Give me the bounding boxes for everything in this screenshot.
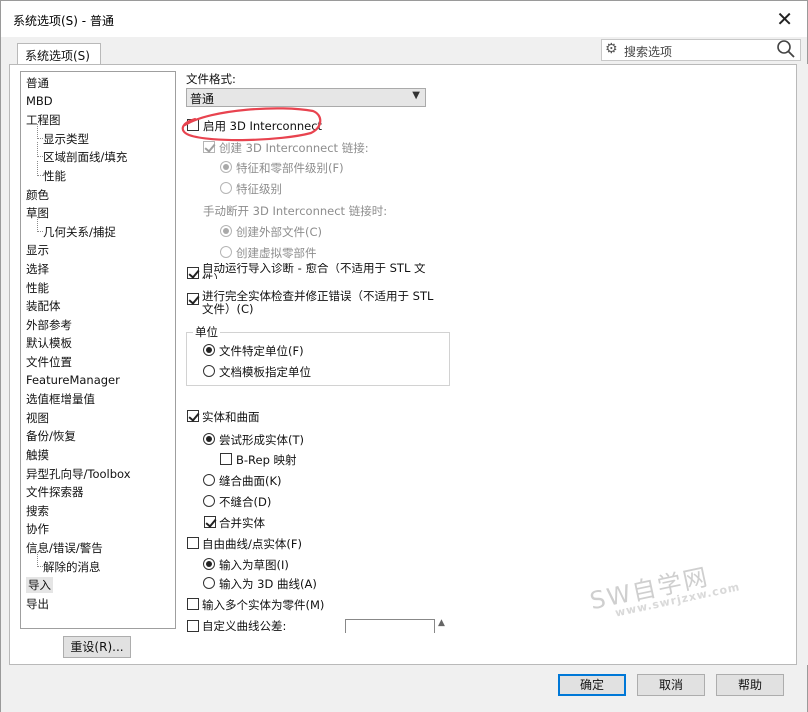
auto-diagnostics-label-line1: 自动运行导入诊断 - 愈合（不适用于 STL 文 bbox=[202, 263, 426, 275]
tree-item[interactable]: 文件探索器 bbox=[26, 484, 84, 500]
custom-curve-tolerance-label: 自定义曲线公差: bbox=[202, 619, 287, 631]
feature-level-radio[interactable] bbox=[220, 182, 232, 194]
free-curves-label: 自由曲线/点实体(F) bbox=[202, 537, 302, 551]
tree-item[interactable]: 解除的消息 bbox=[37, 551, 101, 575]
system-options-dialog: 系统选项(S) - 普通 ✕ 系统选项(S) ⚙ 搜索选项 普通 MBD 工程图 显示… bbox=[0, 0, 808, 712]
tree-item[interactable]: 外部参考 bbox=[26, 317, 72, 333]
tree-item[interactable]: 性能 bbox=[37, 161, 66, 184]
tree-item[interactable]: 颜色 bbox=[26, 187, 49, 203]
file-format-label: 文件格式: bbox=[186, 72, 236, 86]
merge-solids-label: 合并实体 bbox=[219, 516, 265, 530]
free-curves-checkbox[interactable] bbox=[187, 537, 199, 549]
tree-item[interactable]: 显示类型 bbox=[37, 123, 89, 147]
tab-system-options[interactable]: 系统选项(S) bbox=[17, 43, 101, 65]
search-box[interactable]: ⚙ 搜索选项 bbox=[601, 39, 801, 61]
tolerance-spinner[interactable]: ▲ bbox=[434, 618, 450, 633]
file-specified-units-radio[interactable] bbox=[203, 344, 215, 356]
template-units-label: 文档模板指定单位 bbox=[219, 365, 311, 379]
feature-level-label: 特征级别 bbox=[236, 182, 282, 196]
tree-item[interactable]: 视图 bbox=[26, 410, 49, 426]
merge-solids-checkbox[interactable] bbox=[204, 516, 216, 528]
title-bar: 系统选项(S) - 普通 ✕ bbox=[1, 1, 807, 37]
tree-item[interactable]: 搜索 bbox=[26, 503, 49, 519]
tree-item[interactable]: 工程图 bbox=[26, 112, 61, 128]
tree-item[interactable]: 区域剖面线/填充 bbox=[36, 142, 127, 165]
full-check-checkbox[interactable] bbox=[187, 293, 199, 305]
tree-item[interactable]: MBD bbox=[26, 94, 53, 108]
solids-and-surfaces-label: 实体和曲面 bbox=[202, 410, 260, 424]
create-external-file-radio[interactable] bbox=[220, 225, 232, 237]
tree-item[interactable]: FeatureManager bbox=[26, 373, 120, 387]
help-button[interactable]: 帮助 bbox=[716, 674, 784, 696]
feature-and-part-level-radio[interactable] bbox=[220, 161, 232, 173]
panel-right-edge bbox=[797, 64, 808, 665]
auto-diagnostics-checkbox[interactable] bbox=[187, 267, 199, 279]
tree-item[interactable]: 默认模板 bbox=[26, 335, 72, 351]
tree-item[interactable]: 普通 bbox=[26, 75, 49, 91]
chevron-down-icon: ▼ bbox=[412, 90, 420, 101]
multi-body-as-part-checkbox[interactable] bbox=[187, 598, 199, 610]
create-virtual-part-label: 创建虚拟零部件 bbox=[236, 246, 317, 260]
no-knit-label: 不缝合(D) bbox=[219, 495, 272, 509]
create-external-file-label: 创建外部文件(C) bbox=[236, 225, 323, 239]
search-icon[interactable] bbox=[776, 39, 796, 59]
chevron-up-icon[interactable]: ▲ bbox=[438, 618, 445, 628]
file-specified-units-label: 文件特定单位(F) bbox=[219, 344, 304, 358]
tree-item[interactable]: 几何关系/捕捉 bbox=[37, 216, 116, 240]
brep-mapping-label: B-Rep 映射 bbox=[236, 453, 297, 467]
highlight-circle-annotation bbox=[181, 107, 322, 142]
knit-surfaces-label: 缝合曲面(K) bbox=[219, 474, 282, 488]
tree-item[interactable]: 选择 bbox=[26, 261, 49, 277]
tree-item[interactable]: 导入 bbox=[26, 577, 53, 594]
feature-and-part-level-label: 特征和零部件级别(F) bbox=[236, 161, 344, 175]
custom-curve-tolerance-input[interactable] bbox=[345, 619, 435, 633]
import-as-sketch-label: 输入为草图(I) bbox=[219, 558, 289, 572]
tree-item[interactable]: 显示 bbox=[26, 242, 49, 258]
cancel-button[interactable]: 取消 bbox=[637, 674, 705, 696]
auto-diagnostics-label-line2: 件） bbox=[202, 272, 225, 279]
tree-item[interactable]: 选值框增量值 bbox=[26, 391, 95, 407]
import-as-3d-curve-radio[interactable] bbox=[203, 577, 215, 589]
create-virtual-part-radio[interactable] bbox=[220, 246, 232, 258]
custom-curve-tolerance-checkbox[interactable] bbox=[187, 620, 199, 632]
solids-and-surfaces-checkbox[interactable] bbox=[187, 410, 199, 422]
tree-item[interactable]: 导出 bbox=[26, 596, 49, 612]
tree-item[interactable]: 异型孔向导/Toolbox bbox=[26, 466, 131, 482]
reset-button[interactable]: 重设(R)... bbox=[63, 636, 131, 658]
custom-curve-tolerance-clip: 自定义曲线公差: bbox=[202, 615, 342, 631]
manual-break-label: 手动断开 3D Interconnect 链接时: bbox=[203, 204, 388, 218]
category-tree[interactable]: 普通 MBD 工程图 显示类型 区域剖面线/填充 性能 颜色 草图 几何关系/捕捉 显示 选择 性能装… bbox=[20, 71, 176, 629]
units-group-title: 单位 bbox=[193, 324, 220, 340]
tree-item[interactable]: 触摸 bbox=[26, 447, 49, 463]
try-form-solid-label: 尝试形成实体(T) bbox=[219, 433, 304, 447]
gear-icon[interactable]: ⚙ bbox=[605, 41, 618, 57]
close-icon[interactable]: ✕ bbox=[776, 7, 793, 31]
multi-body-as-part-label: 输入多个实体为零件(M) bbox=[202, 598, 325, 612]
tree-item[interactable]: 文件位置 bbox=[26, 354, 72, 370]
search-input[interactable]: 搜索选项 bbox=[624, 43, 672, 60]
no-knit-radio[interactable] bbox=[203, 495, 215, 507]
import-as-sketch-radio[interactable] bbox=[203, 558, 215, 570]
ok-button[interactable]: 确定 bbox=[558, 674, 626, 696]
knit-surfaces-radio[interactable] bbox=[203, 474, 215, 486]
auto-diagnostics-clip: 自动运行导入诊断 - 愈合（不适用于 STL 文 件） bbox=[202, 263, 462, 279]
template-units-radio[interactable] bbox=[203, 365, 215, 377]
tree-item[interactable]: 性能 bbox=[26, 280, 49, 296]
tree-item[interactable]: 装配体 bbox=[26, 298, 61, 314]
brep-mapping-checkbox[interactable] bbox=[220, 453, 232, 465]
window-title: 系统选项(S) - 普通 bbox=[13, 14, 114, 28]
tree-item[interactable]: 备份/恢复 bbox=[26, 428, 76, 444]
try-form-solid-radio[interactable] bbox=[203, 433, 215, 445]
full-check-label-line2: 文件）(C) bbox=[202, 302, 254, 316]
tree-item[interactable]: 协作 bbox=[26, 521, 49, 537]
import-as-3d-curve-label: 输入为 3D 曲线(A) bbox=[219, 577, 317, 591]
